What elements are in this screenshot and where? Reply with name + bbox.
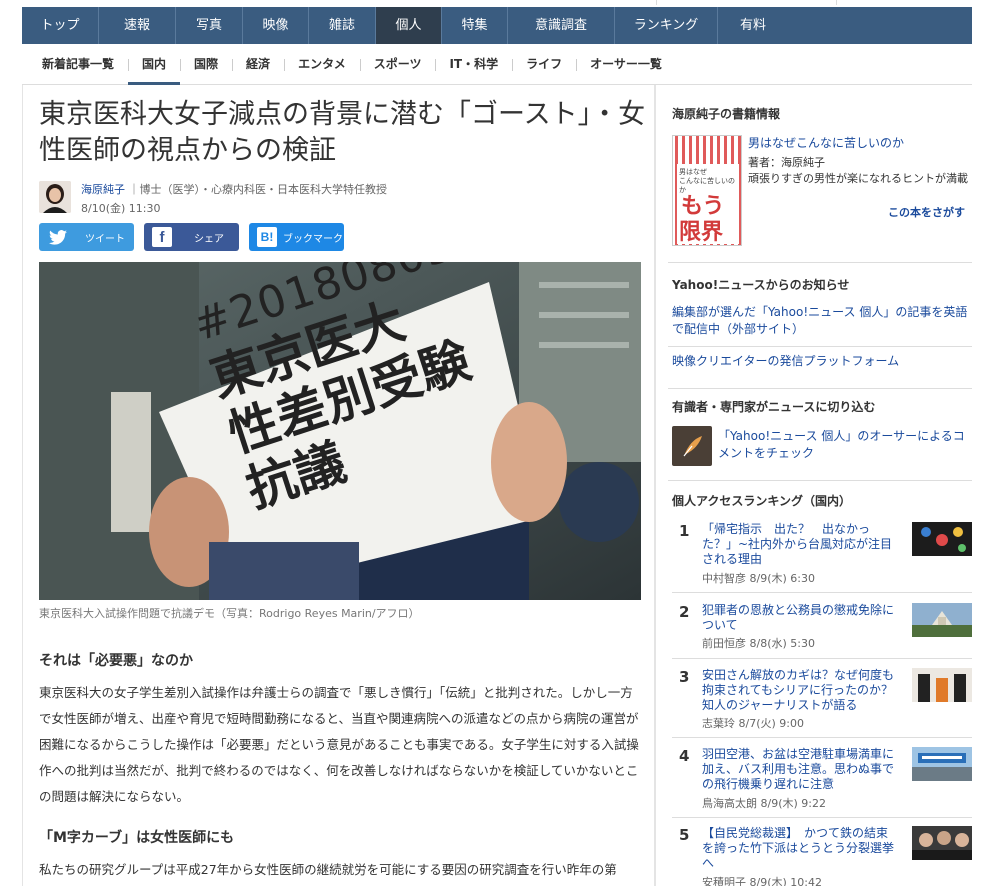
photo-caption: 東京医科大入試操作問題で抗議デモ（写真：Rodrigo Reyes Marin/… bbox=[39, 607, 420, 620]
notice-link-video[interactable]: 映像クリエイターの発信プラットフォーム bbox=[672, 353, 972, 370]
rank-divider bbox=[672, 817, 972, 818]
rank-number: 2 bbox=[679, 603, 690, 621]
paragraph-2: 私たちの研究グループは平成27年から女性医師の継続就労を可能にする要因の研究調査… bbox=[39, 862, 617, 877]
rank-number: 1 bbox=[679, 522, 690, 540]
facebook-share-label: シェア bbox=[194, 233, 224, 245]
expert-section-title: 有識者・専門家がニュースに切り込む bbox=[672, 400, 876, 414]
rank-thumbnail[interactable] bbox=[912, 522, 972, 556]
article-column: 東京医科大女子減点の背景に潜む「ゴースト」・女性医師の視点からの検証 海原純子 … bbox=[22, 85, 655, 886]
tweet-button[interactable]: ツイート bbox=[39, 223, 134, 251]
article-title: 東京医科大女子減点の背景に潜む「ゴースト」・女性医師の視点からの検証 bbox=[39, 99, 646, 166]
rank-meta: 鳥海高太朗 8/9(木) 9:22 bbox=[702, 797, 826, 810]
sidebar-divider bbox=[668, 388, 972, 389]
avatar-image bbox=[39, 181, 71, 213]
nav-top[interactable]: トップ bbox=[22, 7, 99, 44]
nav-features[interactable]: 特集 bbox=[442, 7, 508, 44]
rank-thumbnail[interactable] bbox=[912, 826, 972, 860]
section-heading-2: 「M字カーブ」は女性医師にも bbox=[39, 830, 235, 846]
rank-meta: 安積明子 8/9(木) 10:42 bbox=[702, 876, 822, 886]
publish-date: 8/10(金) 11:30 bbox=[81, 202, 161, 215]
author-avatar[interactable] bbox=[39, 181, 71, 213]
book-cover-title-2: 限界 bbox=[679, 220, 724, 245]
global-nav: トップ 速報 写真 映像 雑誌 個人 特集 意識調査 ランキング 有料 bbox=[22, 7, 972, 44]
share-buttons: ツイート f シェア B! ブックマーク bbox=[39, 223, 344, 251]
facebook-icon: f bbox=[152, 227, 172, 247]
nav-individual[interactable]: 個人 bbox=[376, 7, 442, 44]
hatena-bookmark-button[interactable]: B! ブックマーク bbox=[249, 223, 344, 251]
rank-item-link[interactable]: 犯罪者の恩赦と公務員の懲戒免除について bbox=[702, 603, 898, 633]
subnav-domestic[interactable]: 国内 bbox=[128, 44, 181, 85]
book-title-link[interactable]: 男はなぜこんなに苦しいのか bbox=[748, 135, 904, 152]
nav-ranking[interactable]: ランキング bbox=[615, 7, 718, 44]
rank-meta: 中村智彦 8/9(木) 6:30 bbox=[702, 572, 815, 585]
quill-icon bbox=[672, 426, 712, 466]
rank-divider bbox=[672, 592, 972, 593]
sidebar-divider bbox=[668, 346, 972, 347]
twitter-bird-icon bbox=[47, 228, 69, 246]
nav-paid[interactable]: 有料 bbox=[718, 7, 788, 44]
hatena-icon: B! bbox=[257, 227, 277, 247]
rank-number: 4 bbox=[679, 747, 690, 765]
book-author: 著者：海原純子 bbox=[748, 156, 825, 169]
article-photo[interactable]: #20180803 東京医大 性差別受験 抗議 bbox=[39, 262, 641, 600]
rank-meta: 志葉玲 8/7(火) 9:00 bbox=[702, 717, 804, 730]
top-divider bbox=[656, 0, 657, 5]
top-divider bbox=[836, 0, 837, 5]
sidebar-divider bbox=[668, 480, 972, 481]
rank-number: 3 bbox=[679, 668, 690, 686]
subnav-latest[interactable]: 新着記事一覧 bbox=[22, 44, 128, 85]
ranking-section-title: 個人アクセスランキング（国内） bbox=[672, 494, 852, 508]
rank-number: 5 bbox=[679, 826, 690, 844]
author-role: ｜博士（医学）・心療内科医・日本医科大学特任教授 bbox=[128, 183, 388, 196]
tweet-label: ツイート bbox=[85, 233, 125, 245]
sidebar-divider bbox=[668, 262, 972, 263]
rank-item-link[interactable]: 「帰宅指示 出た？ 出なかった？」~社内外から台風対応が注目される理由 bbox=[702, 522, 898, 567]
find-book-link[interactable]: この本をさがす bbox=[888, 204, 965, 221]
book-description: 頑張りすぎの男性が楽になれるヒントが満載 bbox=[748, 172, 968, 185]
nav-breaking[interactable]: 速報 bbox=[99, 7, 176, 44]
rank-item-link[interactable]: 【自民党総裁選】 かつて鉄の結束を誇った竹下派はとうとう分裂選挙へ bbox=[702, 826, 898, 871]
rank-thumbnail[interactable] bbox=[912, 747, 972, 781]
rank-divider bbox=[672, 737, 972, 738]
subnav-sports[interactable]: スポーツ bbox=[359, 44, 436, 85]
hatena-label: ブックマーク bbox=[283, 233, 343, 245]
nav-photo[interactable]: 写真 bbox=[176, 7, 243, 44]
nav-video[interactable]: 映像 bbox=[243, 7, 309, 44]
book-section-title: 海原純子の書籍情報 bbox=[672, 107, 781, 121]
facebook-share-button[interactable]: f シェア bbox=[144, 223, 239, 251]
rank-item-link[interactable]: 安田さん解放のカギは？なぜ何度も拘束されてもシリアに行ったのか？知人のジャーナリ… bbox=[702, 668, 898, 713]
nav-magazine[interactable]: 雑誌 bbox=[309, 7, 376, 44]
notice-section-title: Yahoo!ニュースからのお知らせ bbox=[672, 278, 850, 292]
author-info: 海原純子 ｜博士（医学）・心療内科医・日本医科大学特任教授 8/10(金) 11… bbox=[81, 181, 387, 216]
paragraph-1: 東京医科大の女子学生差別入試操作は弁護士らの調査で「悪しき慣行」「伝統」と批判さ… bbox=[39, 685, 639, 804]
rank-item-link[interactable]: 羽田空港、お盆は空港駐車場満車に加え、バス利用も注意。思わぬ事での飛行機乗り遅れ… bbox=[702, 747, 898, 792]
nav-survey[interactable]: 意識調査 bbox=[508, 7, 615, 44]
rank-meta: 前田恒彦 8/8(水) 5:30 bbox=[702, 637, 815, 650]
notice-link-english[interactable]: 編集部が選んだ「Yahoo!ニュース 個人」の記事を英語で配信中（外部サイト） bbox=[672, 304, 972, 338]
column-divider bbox=[655, 85, 656, 886]
subnav-life[interactable]: ライフ bbox=[512, 44, 576, 85]
section-heading-1: それは「必要悪」なのか bbox=[39, 653, 193, 669]
subnav-it-science[interactable]: IT・科学 bbox=[435, 44, 512, 85]
rank-divider bbox=[672, 658, 972, 659]
author-name-link[interactable]: 海原純子 bbox=[81, 183, 125, 196]
expert-comment-link[interactable]: 「Yahoo!ニュース 個人」のオーサーによるコメントをチェック bbox=[718, 428, 972, 462]
subnav-entertainment[interactable]: エンタメ bbox=[284, 44, 360, 85]
rank-thumbnail[interactable] bbox=[912, 603, 972, 637]
subnav-authors[interactable]: オーサー一覧 bbox=[576, 44, 676, 85]
subnav-economy[interactable]: 経済 bbox=[232, 44, 284, 85]
category-nav: 新着記事一覧 国内 国際 経済 エンタメ スポーツ IT・科学 ライフ オーサー… bbox=[22, 44, 972, 85]
book-cover[interactable]: 男はなぜ こんなに苦しいのか もう 限界 bbox=[672, 135, 742, 246]
subnav-international[interactable]: 国際 bbox=[180, 44, 232, 85]
rank-thumbnail[interactable] bbox=[912, 668, 972, 702]
